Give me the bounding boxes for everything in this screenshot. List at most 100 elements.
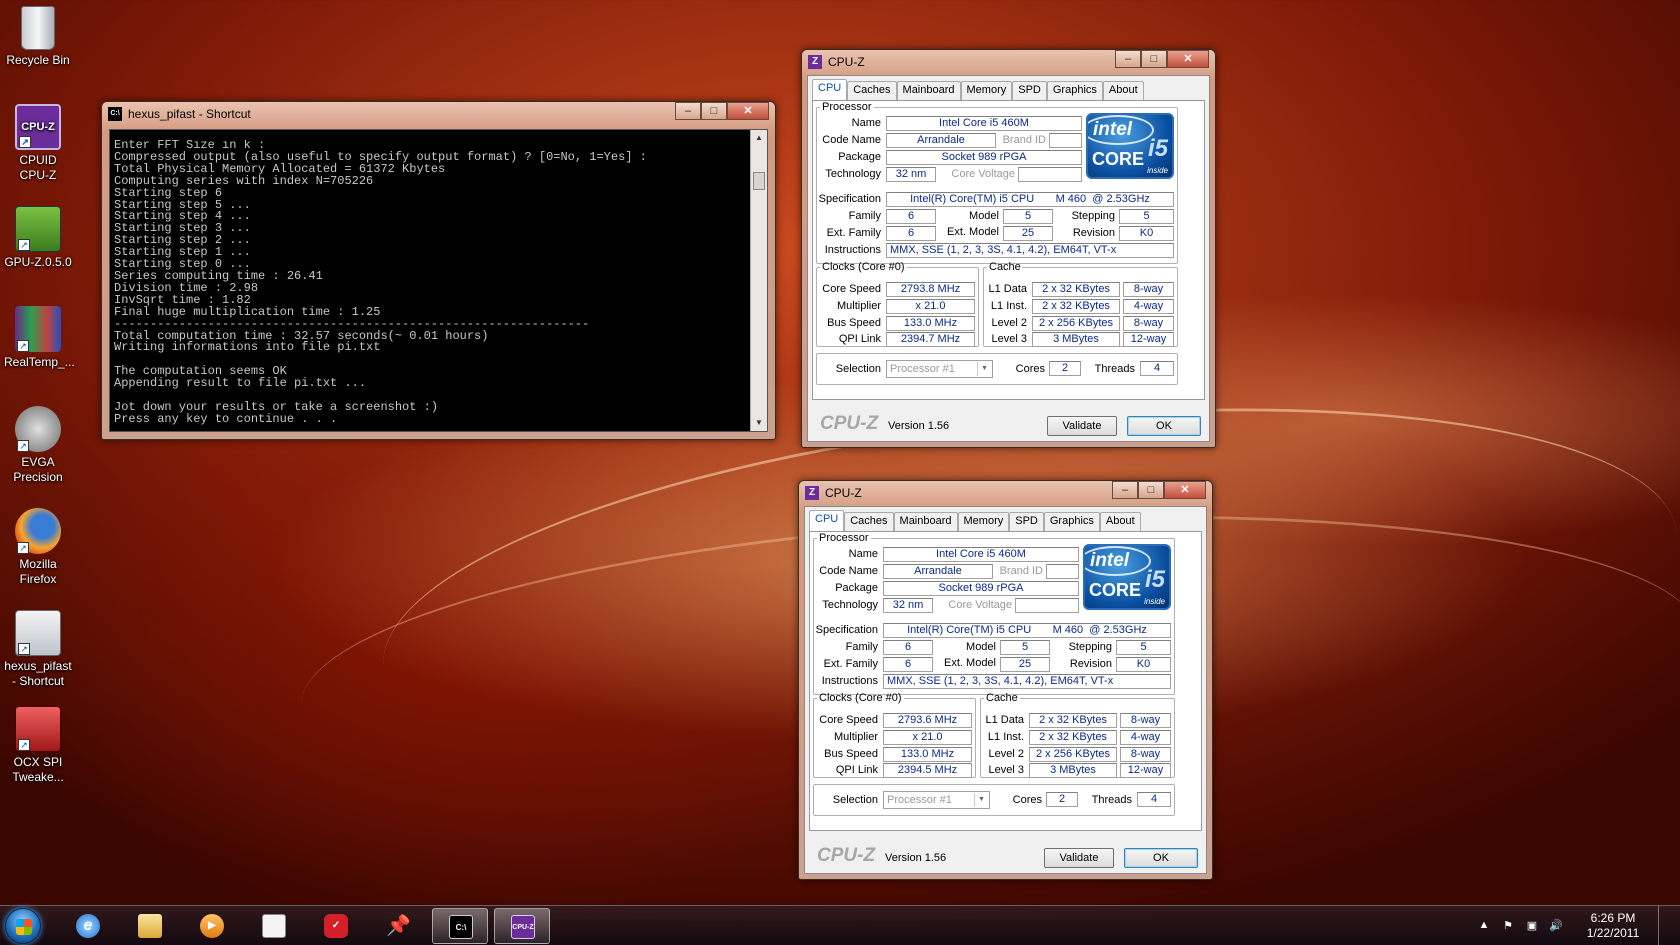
- action-center-flag-icon[interactable]: ⚑: [1500, 919, 1516, 933]
- qpi-link-label: QPI Link: [835, 764, 878, 776]
- close-button[interactable]: ✕: [727, 102, 769, 120]
- desktop-icon-ocx-spi[interactable]: ↗ OCX SPI Tweake...: [4, 706, 72, 785]
- family-value: 6: [883, 640, 933, 655]
- multiplier-label: Multiplier: [836, 300, 881, 312]
- validate-button[interactable]: Validate: [1044, 848, 1114, 868]
- tab-memory[interactable]: Memory: [957, 512, 1010, 531]
- cpuz-window-2[interactable]: Z CPU-Z – □ ✕ CPU Caches Mainboard Memor…: [798, 480, 1213, 880]
- l1-data-assoc: 8-way: [1120, 713, 1171, 728]
- revision-value: K0: [1116, 657, 1171, 672]
- processor-select[interactable]: Processor #1 ▼: [883, 791, 990, 809]
- start-button[interactable]: [5, 908, 41, 944]
- tab-caches[interactable]: Caches: [847, 81, 897, 100]
- network-icon[interactable]: ▣: [1524, 919, 1540, 933]
- technology-value: 32 nm: [886, 167, 936, 182]
- ok-button[interactable]: OK: [1127, 416, 1201, 436]
- cores-label: Cores: [1015, 363, 1045, 375]
- close-button[interactable]: ✕: [1167, 50, 1209, 68]
- desktop-icon-gpu-z[interactable]: ↗ GPU-Z.0.5.0: [4, 206, 72, 270]
- level3-assoc: 12-way: [1123, 332, 1174, 347]
- desktop-icon-recycle-bin[interactable]: Recycle Bin: [4, 6, 72, 68]
- l1-data-value: 2 x 32 KBytes: [1032, 282, 1120, 297]
- cores-label: Cores: [1012, 794, 1042, 806]
- tab-mainboard[interactable]: Mainboard: [893, 512, 958, 531]
- l1-inst-value: 2 x 32 KBytes: [1029, 730, 1117, 745]
- taskbar: e ▶ ✓ 📌 C:\ CPU-Z ▲ ⚑ ▣ 🔊 6:26 PM 1/22/2…: [0, 905, 1680, 945]
- threads-label: Threads: [1094, 363, 1135, 375]
- taskbar-item-media-player[interactable]: ▶: [184, 908, 240, 944]
- tab-memory[interactable]: Memory: [960, 81, 1013, 100]
- cpu-tab-panel: Processor Name Intel Core i5 460M Code N…: [812, 100, 1205, 400]
- stepping-label: Stepping: [1068, 641, 1112, 653]
- show-hidden-icons-icon[interactable]: ▲: [1476, 919, 1492, 933]
- volume-icon[interactable]: 🔊: [1548, 919, 1564, 933]
- desktop-icon-realtemp[interactable]: ↗ RealTemp_...: [4, 306, 75, 370]
- model-label: Model: [966, 641, 996, 653]
- taskbar-item-notepad[interactable]: [246, 908, 302, 944]
- taskbar-item-pushpin[interactable]: 📌: [370, 908, 426, 944]
- maximize-button[interactable]: □: [1138, 481, 1164, 499]
- taskbar-item-cpu-z[interactable]: CPU-Z: [494, 908, 550, 944]
- qpi-link-label: QPI Link: [838, 333, 881, 345]
- core-voltage-label: Core Voltage: [948, 599, 1012, 611]
- tab-about[interactable]: About: [1099, 512, 1141, 531]
- tab-caches[interactable]: Caches: [844, 512, 894, 531]
- tab-cpu[interactable]: CPU: [812, 79, 848, 100]
- name-label: Name: [851, 117, 881, 129]
- core-speed-label: Core Speed: [822, 283, 881, 295]
- taskbar-item-command-prompt[interactable]: C:\: [432, 908, 488, 944]
- close-button[interactable]: ✕: [1164, 481, 1206, 499]
- cpuz-window-1[interactable]: Z CPU-Z – □ ✕ CPU Caches Mainboard Memor…: [801, 49, 1216, 448]
- core-voltage-label: Core Voltage: [951, 168, 1015, 180]
- show-desktop-button[interactable]: [1658, 906, 1670, 945]
- desktop-icon-firefox[interactable]: ↗ Mozilla Firefox: [4, 508, 72, 587]
- level3-label: Level 3: [988, 764, 1024, 776]
- revision-label: Revision: [1069, 658, 1112, 670]
- specification-value: Intel(R) Core(TM) i5 CPU M 460 @ 2.53GHz: [883, 623, 1171, 638]
- tab-about[interactable]: About: [1102, 81, 1144, 100]
- level3-assoc: 12-way: [1120, 763, 1171, 778]
- model-label: Model: [969, 210, 999, 222]
- cpu-z-icon: CPU-Z ↗: [15, 104, 61, 150]
- scrollbar-thumb[interactable]: [753, 172, 765, 190]
- threads-value: 4: [1140, 361, 1174, 376]
- validate-button[interactable]: Validate: [1047, 416, 1117, 436]
- family-label: Family: [845, 641, 878, 653]
- instructions-label: Instructions: [821, 675, 878, 687]
- console-output-area[interactable]: Enter FFT Size in k : Compressed output …: [109, 129, 768, 432]
- clock[interactable]: 6:26 PM 1/22/2011: [1578, 911, 1648, 941]
- maximize-button[interactable]: □: [1141, 50, 1167, 68]
- level3-label: Level 3: [991, 333, 1027, 345]
- minimize-button[interactable]: –: [675, 102, 701, 120]
- vertical-scrollbar[interactable]: ▲ ▼: [750, 130, 767, 431]
- technology-value: 32 nm: [883, 598, 933, 613]
- taskbar-item-windows-explorer[interactable]: [122, 908, 178, 944]
- scroll-up-arrow-icon[interactable]: ▲: [751, 130, 767, 146]
- desktop-icon-cpu-z[interactable]: CPU-Z ↗ CPUID CPU-Z: [4, 104, 72, 183]
- revision-value: K0: [1119, 226, 1174, 241]
- taskbar-item-checklist[interactable]: ✓: [308, 908, 364, 944]
- tab-spd[interactable]: SPD: [1009, 512, 1044, 531]
- multiplier-label: Multiplier: [833, 731, 878, 743]
- tab-graphics[interactable]: Graphics: [1043, 512, 1100, 531]
- minimize-button[interactable]: –: [1112, 481, 1138, 499]
- bus-speed-label: Bus Speed: [824, 748, 878, 760]
- tab-mainboard[interactable]: Mainboard: [896, 81, 961, 100]
- window-title: hexus_pifast - Shortcut: [128, 107, 251, 121]
- minimize-button[interactable]: –: [1115, 50, 1141, 68]
- desktop-icon-pifast[interactable]: ↗ hexus_pifast - Shortcut: [4, 610, 72, 689]
- maximize-button[interactable]: □: [701, 102, 727, 120]
- desktop-icon-evga-precision[interactable]: ↗ EVGA Precision: [4, 406, 72, 485]
- console-window[interactable]: C:\ hexus_pifast - Shortcut – □ ✕ Enter …: [101, 101, 776, 440]
- processor-select[interactable]: Processor #1 ▼: [886, 360, 993, 378]
- package-label: Package: [838, 151, 881, 163]
- scroll-down-arrow-icon[interactable]: ▼: [751, 415, 767, 431]
- level3-value: 3 MBytes: [1032, 332, 1120, 347]
- taskbar-item-internet-explorer[interactable]: e: [60, 908, 116, 944]
- tab-cpu[interactable]: CPU: [809, 510, 845, 531]
- ok-button[interactable]: OK: [1124, 848, 1198, 868]
- tab-graphics[interactable]: Graphics: [1046, 81, 1103, 100]
- instructions-label: Instructions: [824, 244, 881, 256]
- selection-label: Selection: [835, 363, 881, 375]
- tab-spd[interactable]: SPD: [1012, 81, 1047, 100]
